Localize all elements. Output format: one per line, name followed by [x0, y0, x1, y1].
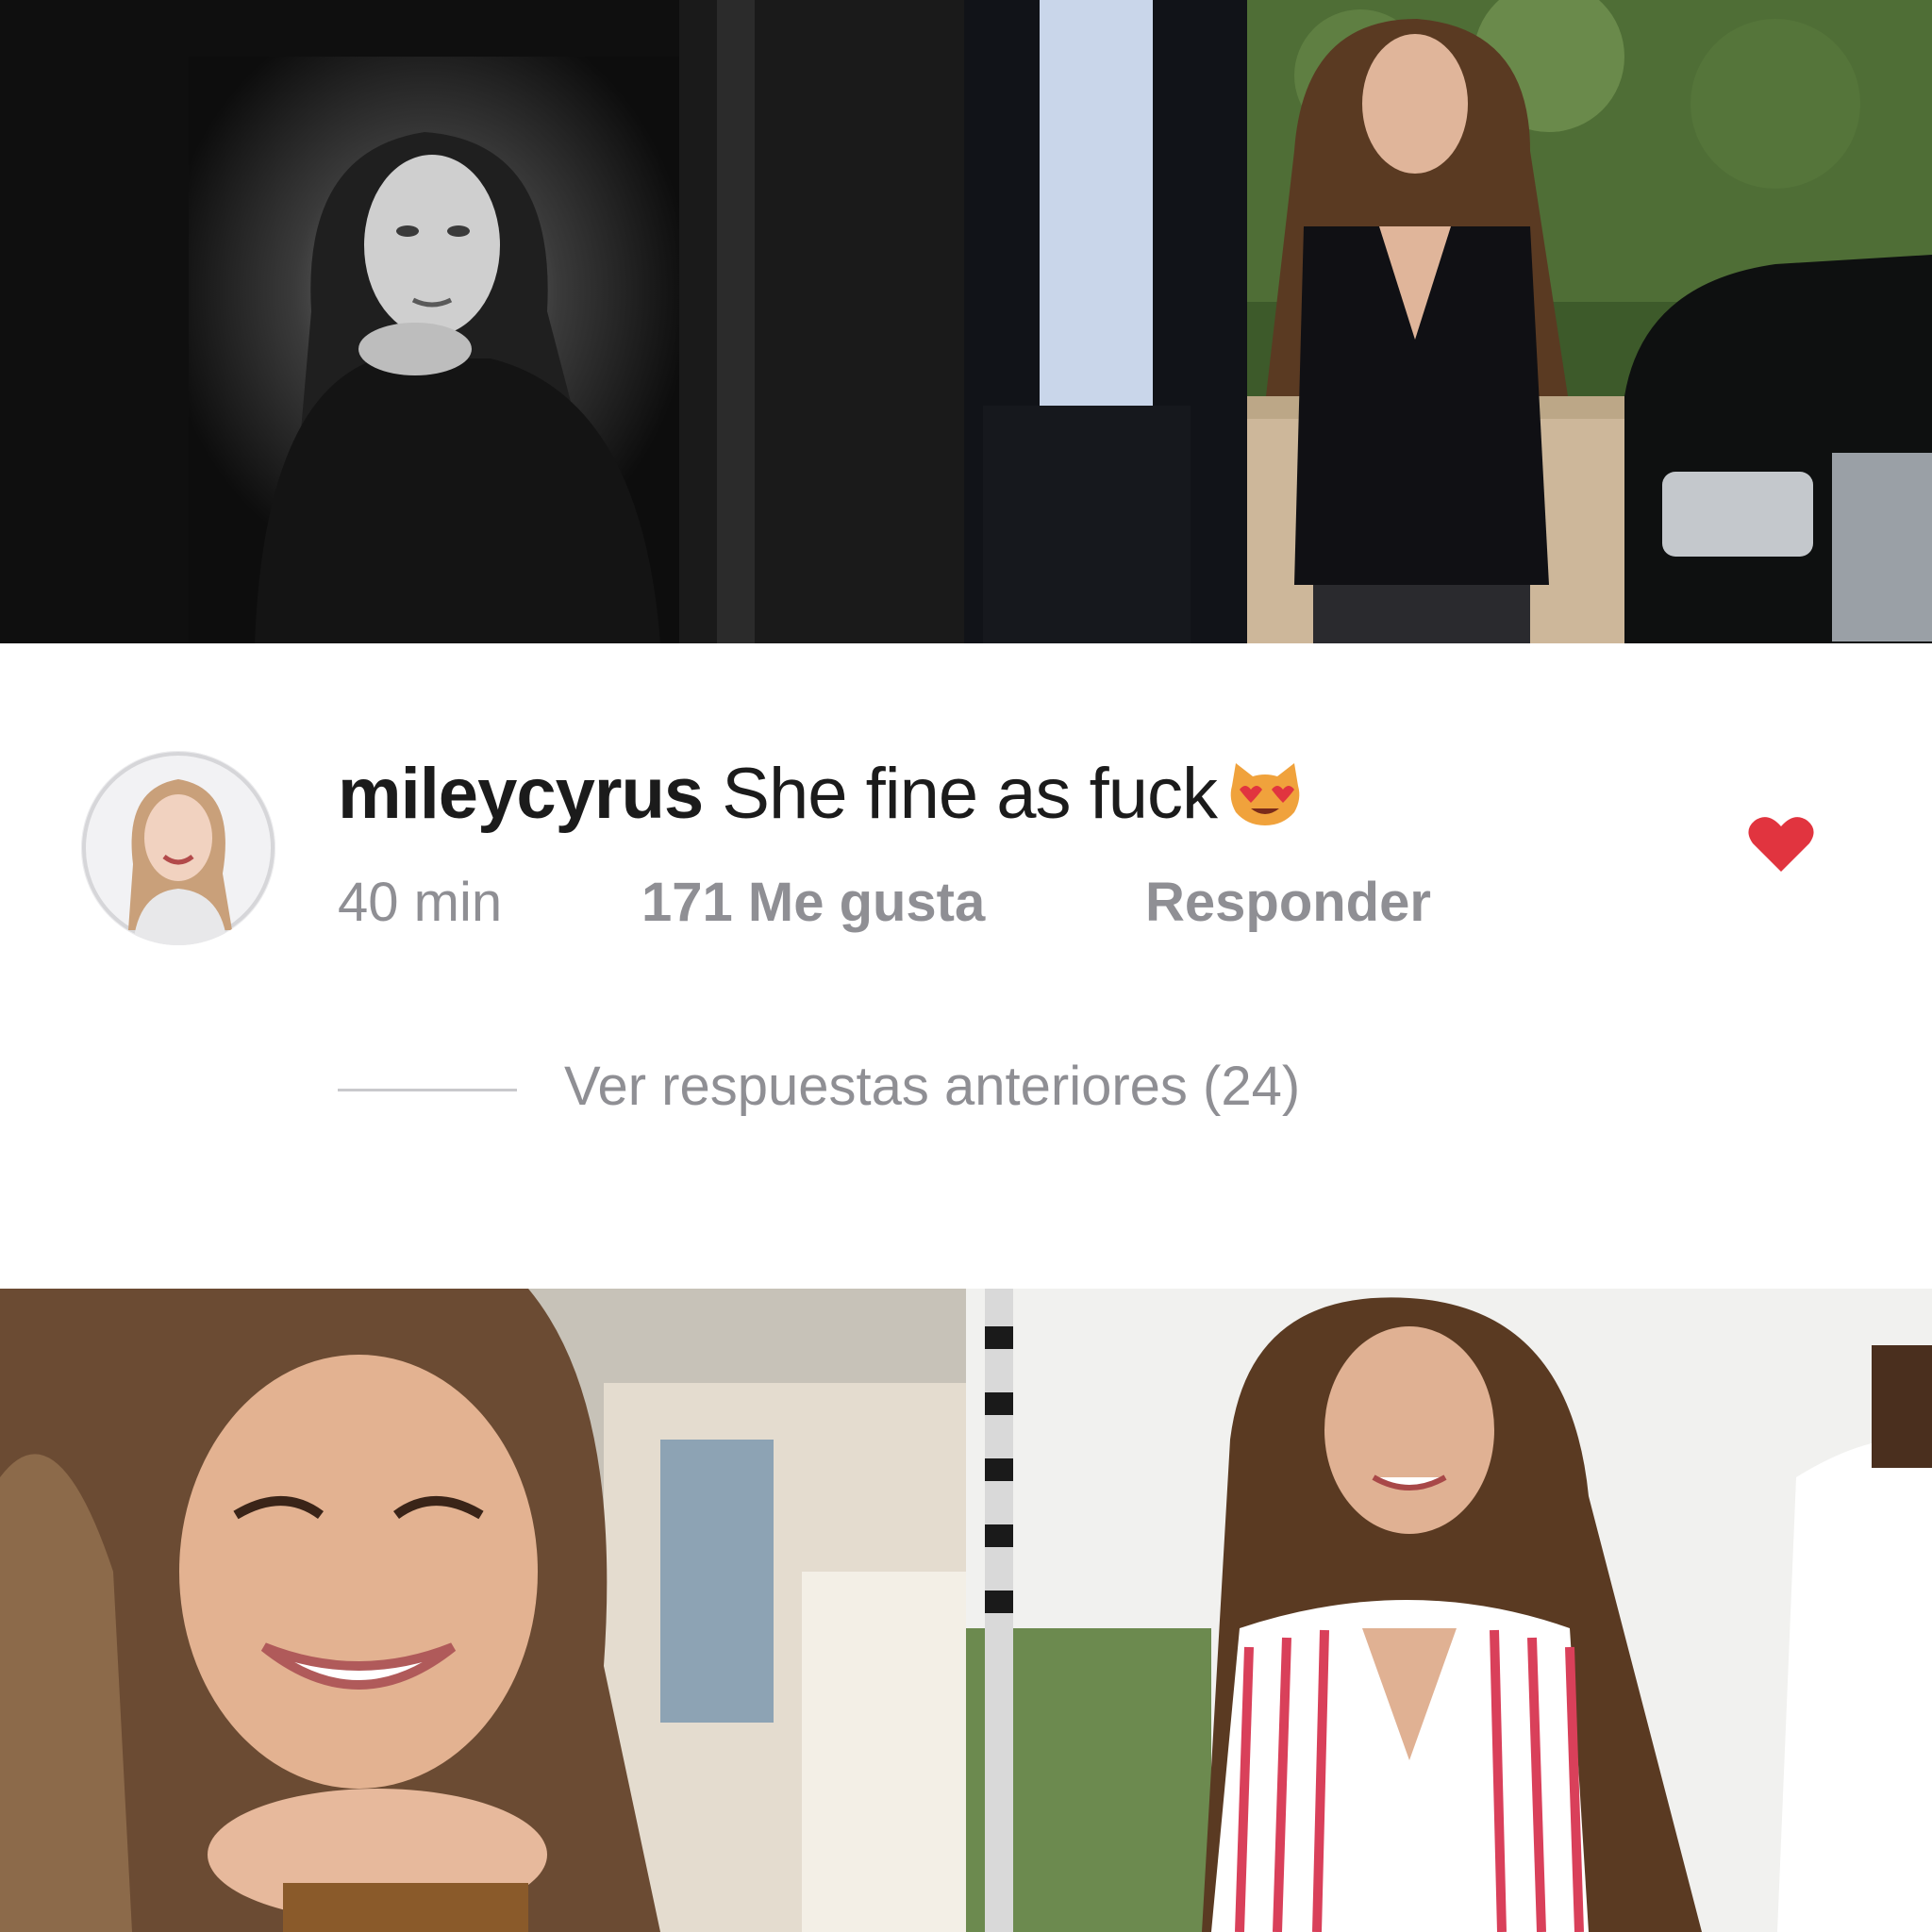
- comment-timestamp: 40 min: [338, 872, 503, 933]
- comment-panel: mileycyrus She fine as fuck 40 min 171 M…: [0, 643, 1932, 1289]
- replies-divider: [338, 1089, 517, 1091]
- photo-top-left: [0, 0, 964, 643]
- selfie-photo: [0, 1289, 966, 1932]
- outdoor-photo: [966, 1289, 1932, 1932]
- profile-photo: [81, 751, 275, 945]
- comment-username[interactable]: mileycyrus: [338, 754, 704, 834]
- comment-body: She fine as fuck: [703, 754, 1218, 834]
- portrait-photo-bw: [0, 0, 964, 643]
- smiling-cat-heart-eyes-icon: [1226, 758, 1304, 825]
- reply-button[interactable]: Responder: [1145, 870, 1431, 936]
- photo-bottom-right: [966, 1289, 1932, 1932]
- comment-likes-count[interactable]: 171 Me gusta: [641, 870, 985, 936]
- photo-bottom-left: [0, 1289, 966, 1932]
- comment-text-line: mileycyrus She fine as fuck: [338, 749, 1304, 840]
- photo-top-right: [964, 0, 1932, 643]
- view-previous-replies-link[interactable]: Ver respuestas anteriores (24): [564, 1049, 1300, 1124]
- heart-icon[interactable]: [1747, 813, 1815, 874]
- collage-canvas: mileycyrus She fine as fuck 40 min 171 M…: [0, 0, 1932, 1932]
- avatar[interactable]: [81, 751, 275, 945]
- street-photo: [964, 0, 1932, 643]
